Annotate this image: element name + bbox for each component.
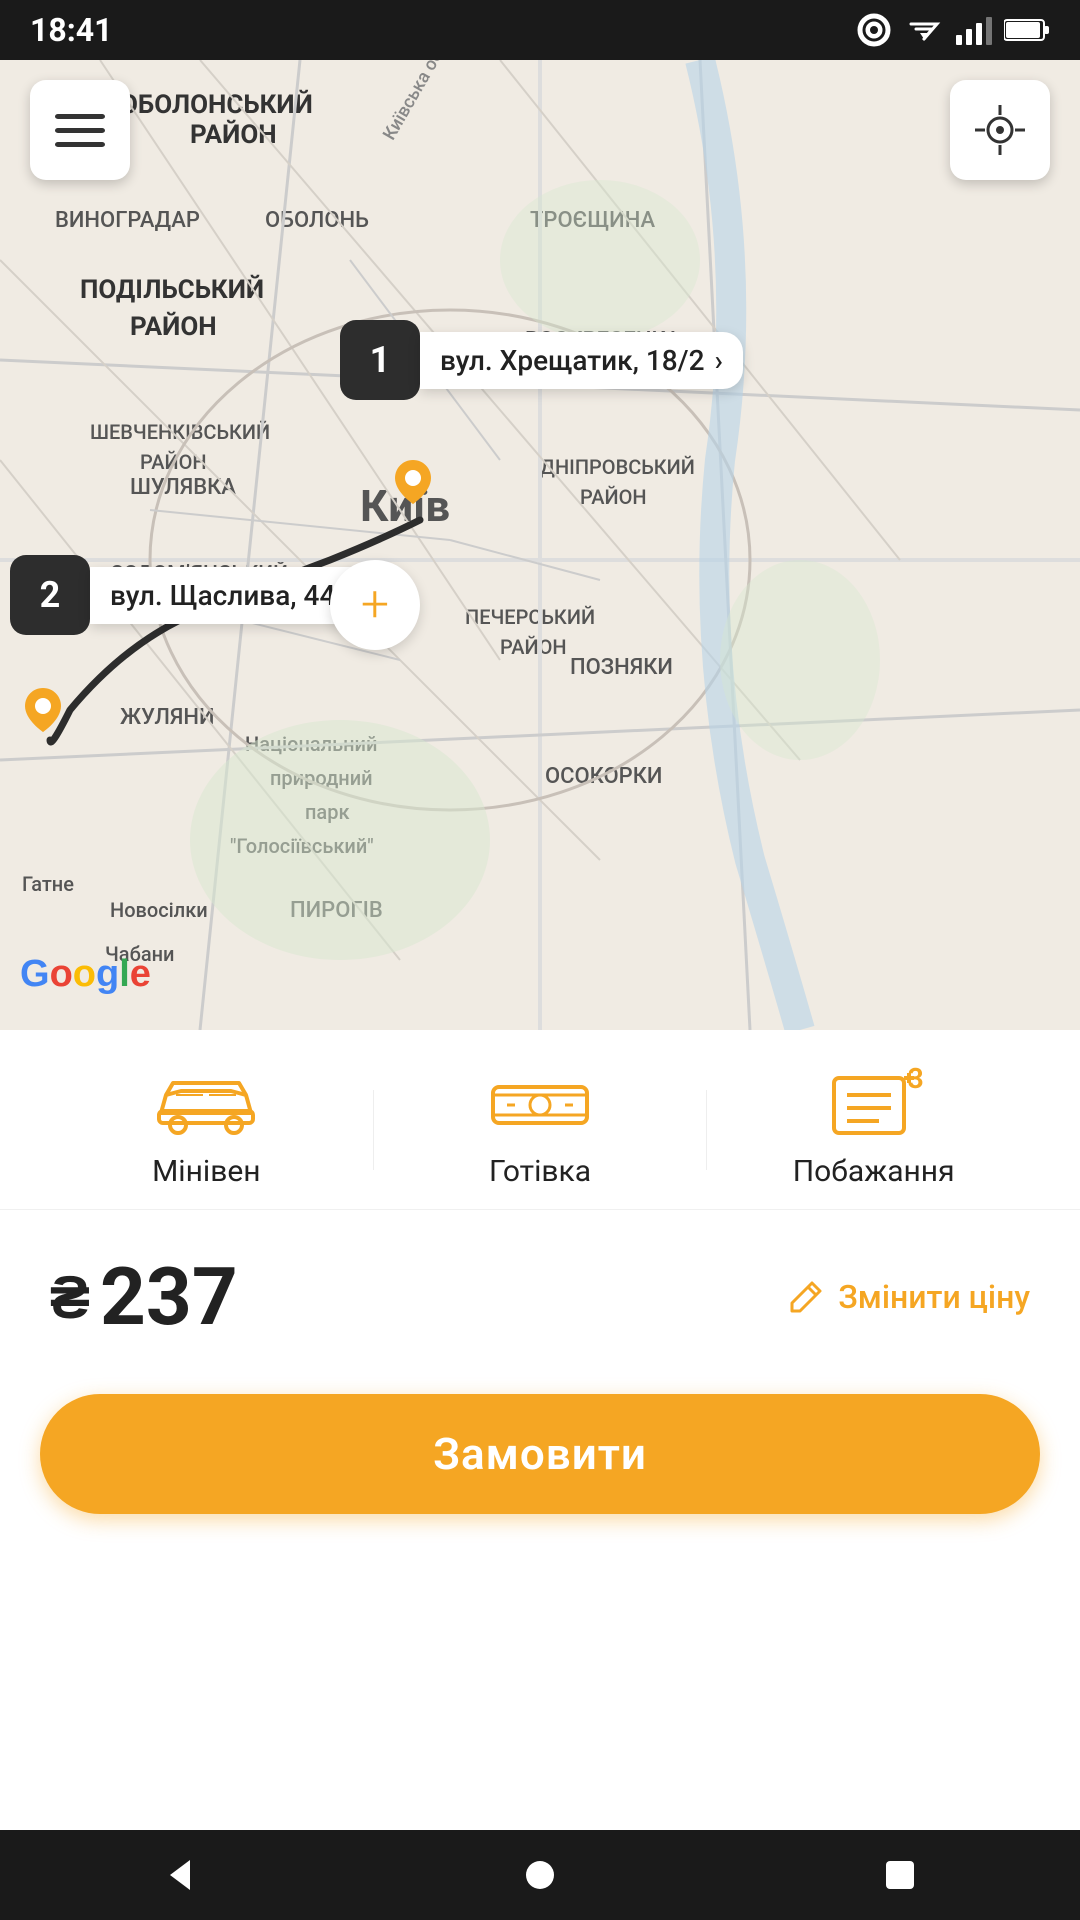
price-value: 237	[100, 1250, 238, 1344]
map-label-rayon4: РАЙОН	[580, 485, 647, 509]
car-icon	[151, 1075, 261, 1135]
list-icon	[829, 1073, 919, 1138]
map-label-rayon5: РАЙОН	[500, 635, 567, 659]
waypoint-2[interactable]: 2 вул. Щаслива, 44 ›	[10, 555, 374, 635]
map-label-nats4: "Голосіївський"	[230, 834, 374, 858]
waypoint-1[interactable]: 1 вул. Хрещатик, 18/2 ›	[340, 320, 743, 400]
pobazhannya-badge: 3	[908, 1062, 924, 1095]
pobazhannya-icon-wrapper: 3	[829, 1070, 919, 1140]
recent-icon	[882, 1857, 918, 1893]
map-background: ОБОЛОНСЬКИЙ РАЙОН ВИНОГРАДАР ОБОЛОНЬ ТРО…	[0, 60, 1080, 1030]
map-label-osokorky: ОСОКОРКИ	[545, 764, 662, 789]
home-button[interactable]	[500, 1835, 580, 1915]
map-label-nats2: природний	[270, 766, 373, 790]
gotivka-icon-wrapper	[485, 1070, 595, 1140]
price-display: ₴ 237	[50, 1250, 238, 1344]
service-miniven[interactable]: Мінівен	[40, 1070, 373, 1189]
map-label-dniprovskyi: ДНІПРОВСЬКИЙ	[540, 455, 695, 479]
waypoint-1-address: вул. Хрещатик, 18/2	[440, 344, 705, 377]
bottom-navigation	[0, 1830, 1080, 1920]
map-label-podilsky: ПОДІЛЬСЬКИЙ	[80, 275, 264, 305]
map-label-rayon2: РАЙОН	[130, 312, 217, 342]
status-bar: 18:41	[0, 0, 1080, 60]
status-time: 18:41	[30, 11, 112, 49]
services-row: Мінівен Готівка	[0, 1030, 1080, 1210]
location-button[interactable]	[950, 80, 1050, 180]
waypoint-1-label[interactable]: вул. Хрещатик, 18/2 ›	[420, 332, 743, 389]
back-icon	[160, 1855, 200, 1895]
waypoint-2-address: вул. Щаслива, 44	[110, 579, 335, 612]
map-label-gatne: Гатне	[22, 872, 74, 896]
home-icon	[522, 1857, 558, 1893]
map-label-obolon: ОБОЛОНЬ	[265, 208, 369, 233]
pencil-icon	[788, 1279, 824, 1315]
service-gotivka[interactable]: Готівка	[374, 1070, 707, 1189]
menu-button[interactable]	[30, 80, 130, 180]
battery-icon	[1004, 18, 1050, 42]
miniven-label: Мінівен	[152, 1154, 260, 1189]
order-button[interactable]: Замовити	[40, 1394, 1040, 1514]
change-price-label: Змінити ціну	[838, 1278, 1030, 1316]
map-pin-2	[25, 688, 61, 736]
map-label-troyeshchyna: ТРОЄЩИНА	[530, 208, 655, 233]
price-row: ₴ 237 Змінити ціну	[0, 1210, 1080, 1384]
add-stop-button[interactable]: +	[330, 560, 420, 650]
map-label-pyrohiv: ПИРОГІВ	[290, 898, 383, 923]
app-icon	[856, 12, 892, 48]
map-label-novosilky: Новосілки	[110, 898, 208, 922]
recent-button[interactable]	[860, 1835, 940, 1915]
map-label-shulyavka: ШУЛЯВКА	[130, 475, 236, 500]
map-label-obolonsky: ОБОЛОНСЬКИЙ	[120, 90, 313, 120]
map-label-nats3: парк	[305, 800, 350, 824]
cash-icon	[485, 1075, 595, 1135]
service-pobazhannya[interactable]: 3 Побажання	[707, 1070, 1040, 1189]
map-pin-1	[395, 460, 431, 508]
plus-icon: +	[361, 580, 389, 630]
map-label-kyivska-obl: Київська обл.	[379, 60, 455, 144]
google-watermark: Google	[20, 946, 160, 1000]
bottom-panel: Мінівен Готівка	[0, 1030, 1080, 1860]
miniven-icon-wrapper	[151, 1070, 261, 1140]
map-label-shevchenkivsky: ШЕВЧЕНКІВСЬКИЙ	[90, 420, 270, 444]
map-label-nats1: Національний	[245, 732, 377, 756]
map-label-poznyaky: ПОЗНЯКИ	[570, 655, 673, 680]
waypoint-1-badge: 1	[340, 320, 420, 400]
map-label-rayon1: РАЙОН	[190, 120, 277, 150]
change-price-button[interactable]: Змінити ціну	[788, 1278, 1030, 1316]
map-label-rayon3: РАЙОН	[140, 450, 207, 474]
crosshair-icon	[975, 105, 1025, 155]
waypoint-2-badge: 2	[10, 555, 90, 635]
currency-symbol: ₴	[50, 1262, 90, 1333]
map-label-pechersky: ПЕЧЕРСЬКИЙ	[465, 605, 595, 629]
map-label-vynohradar: ВИНОГРАДАР	[55, 208, 200, 233]
map-svg	[0, 60, 1080, 1030]
map-area[interactable]: ОБОЛОНСЬКИЙ РАЙОН ВИНОГРАДАР ОБОЛОНЬ ТРО…	[0, 60, 1080, 1030]
svg-text:Google: Google	[20, 953, 151, 995]
waypoint-1-arrow: ›	[715, 344, 723, 377]
back-button[interactable]	[140, 1835, 220, 1915]
pobazhannya-label: Побажання	[793, 1154, 955, 1189]
order-button-label: Замовити	[433, 1428, 647, 1480]
gotivka-label: Готівка	[489, 1154, 591, 1189]
hamburger-icon	[55, 110, 105, 150]
status-icons	[856, 12, 1050, 48]
map-label-zhulyany: ЖУЛЯНИ	[120, 705, 215, 730]
wifi-icon	[904, 15, 944, 45]
signal-icon	[956, 15, 992, 45]
